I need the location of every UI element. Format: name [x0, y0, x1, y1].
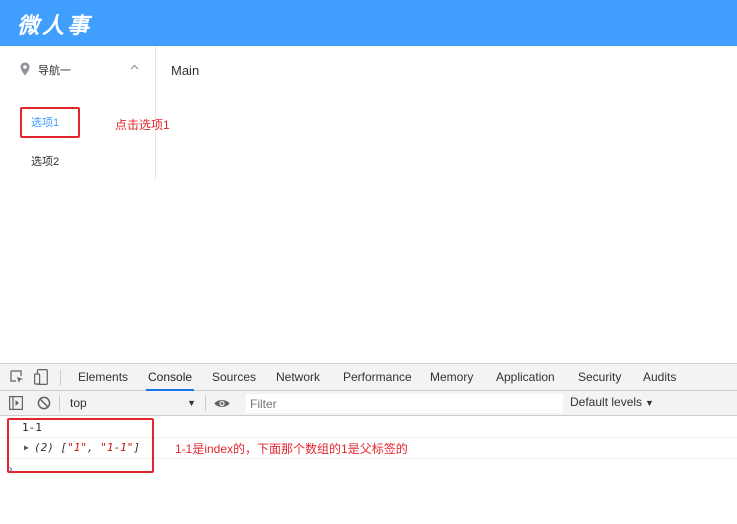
annotation-click-note: 点击选项1: [115, 118, 170, 132]
tab-performance[interactable]: Performance: [341, 364, 414, 391]
tab-application[interactable]: Application: [494, 364, 557, 391]
devtools-tabbar: Elements Console Sources Network Perform…: [0, 364, 737, 391]
main-content: Main: [171, 63, 200, 78]
tab-elements[interactable]: Elements: [76, 364, 130, 391]
console-toolbar: top ▼ Default levels▼: [0, 391, 737, 416]
divider: [59, 395, 60, 411]
context-value: top: [70, 396, 87, 410]
tab-sources[interactable]: Sources: [210, 364, 258, 391]
submenu-nav-1[interactable]: 导航一: [0, 46, 155, 92]
chevron-up-icon: [130, 64, 139, 70]
device-toolbar-icon[interactable]: [34, 369, 48, 385]
tab-audits[interactable]: Audits: [641, 364, 678, 391]
app-header: 微人事: [0, 0, 737, 46]
tab-network[interactable]: Network: [274, 364, 322, 391]
log-levels-dropdown[interactable]: Default levels ▼: [570, 395, 654, 409]
app-window: 微人事 导航一 选项1 选项2 点击选项1 Main Elements Cons…: [0, 0, 737, 524]
menu-item-option-2[interactable]: 选项2: [0, 143, 155, 177]
divider: [60, 370, 61, 386]
menu-item-label: 选项2: [31, 156, 60, 168]
annotation-box-console: [7, 418, 154, 473]
annotation-console-note: 1-1是index的，下面那个数组的1是父标签的: [175, 442, 408, 456]
inspect-element-icon[interactable]: [10, 370, 24, 384]
console-sidebar-icon[interactable]: [9, 396, 23, 410]
tab-security[interactable]: Security: [576, 364, 623, 391]
divider: [205, 395, 206, 411]
eye-icon[interactable]: [214, 398, 230, 409]
devtools-panel: Elements Console Sources Network Perform…: [0, 363, 737, 524]
dropdown-arrow-icon: ▼: [645, 398, 654, 408]
app-title: 微人事: [17, 13, 93, 39]
tab-memory[interactable]: Memory: [428, 364, 475, 391]
location-icon: [20, 62, 30, 76]
clear-console-icon[interactable]: [37, 396, 51, 410]
context-select[interactable]: top ▼: [66, 394, 200, 413]
submenu-label: 导航一: [38, 65, 71, 77]
filter-input[interactable]: [246, 394, 563, 413]
dropdown-arrow-icon: ▼: [187, 398, 196, 408]
log-levels-label: Default levels: [570, 395, 643, 409]
tab-console[interactable]: Console: [146, 364, 195, 391]
annotation-box-option-1: [20, 107, 80, 138]
